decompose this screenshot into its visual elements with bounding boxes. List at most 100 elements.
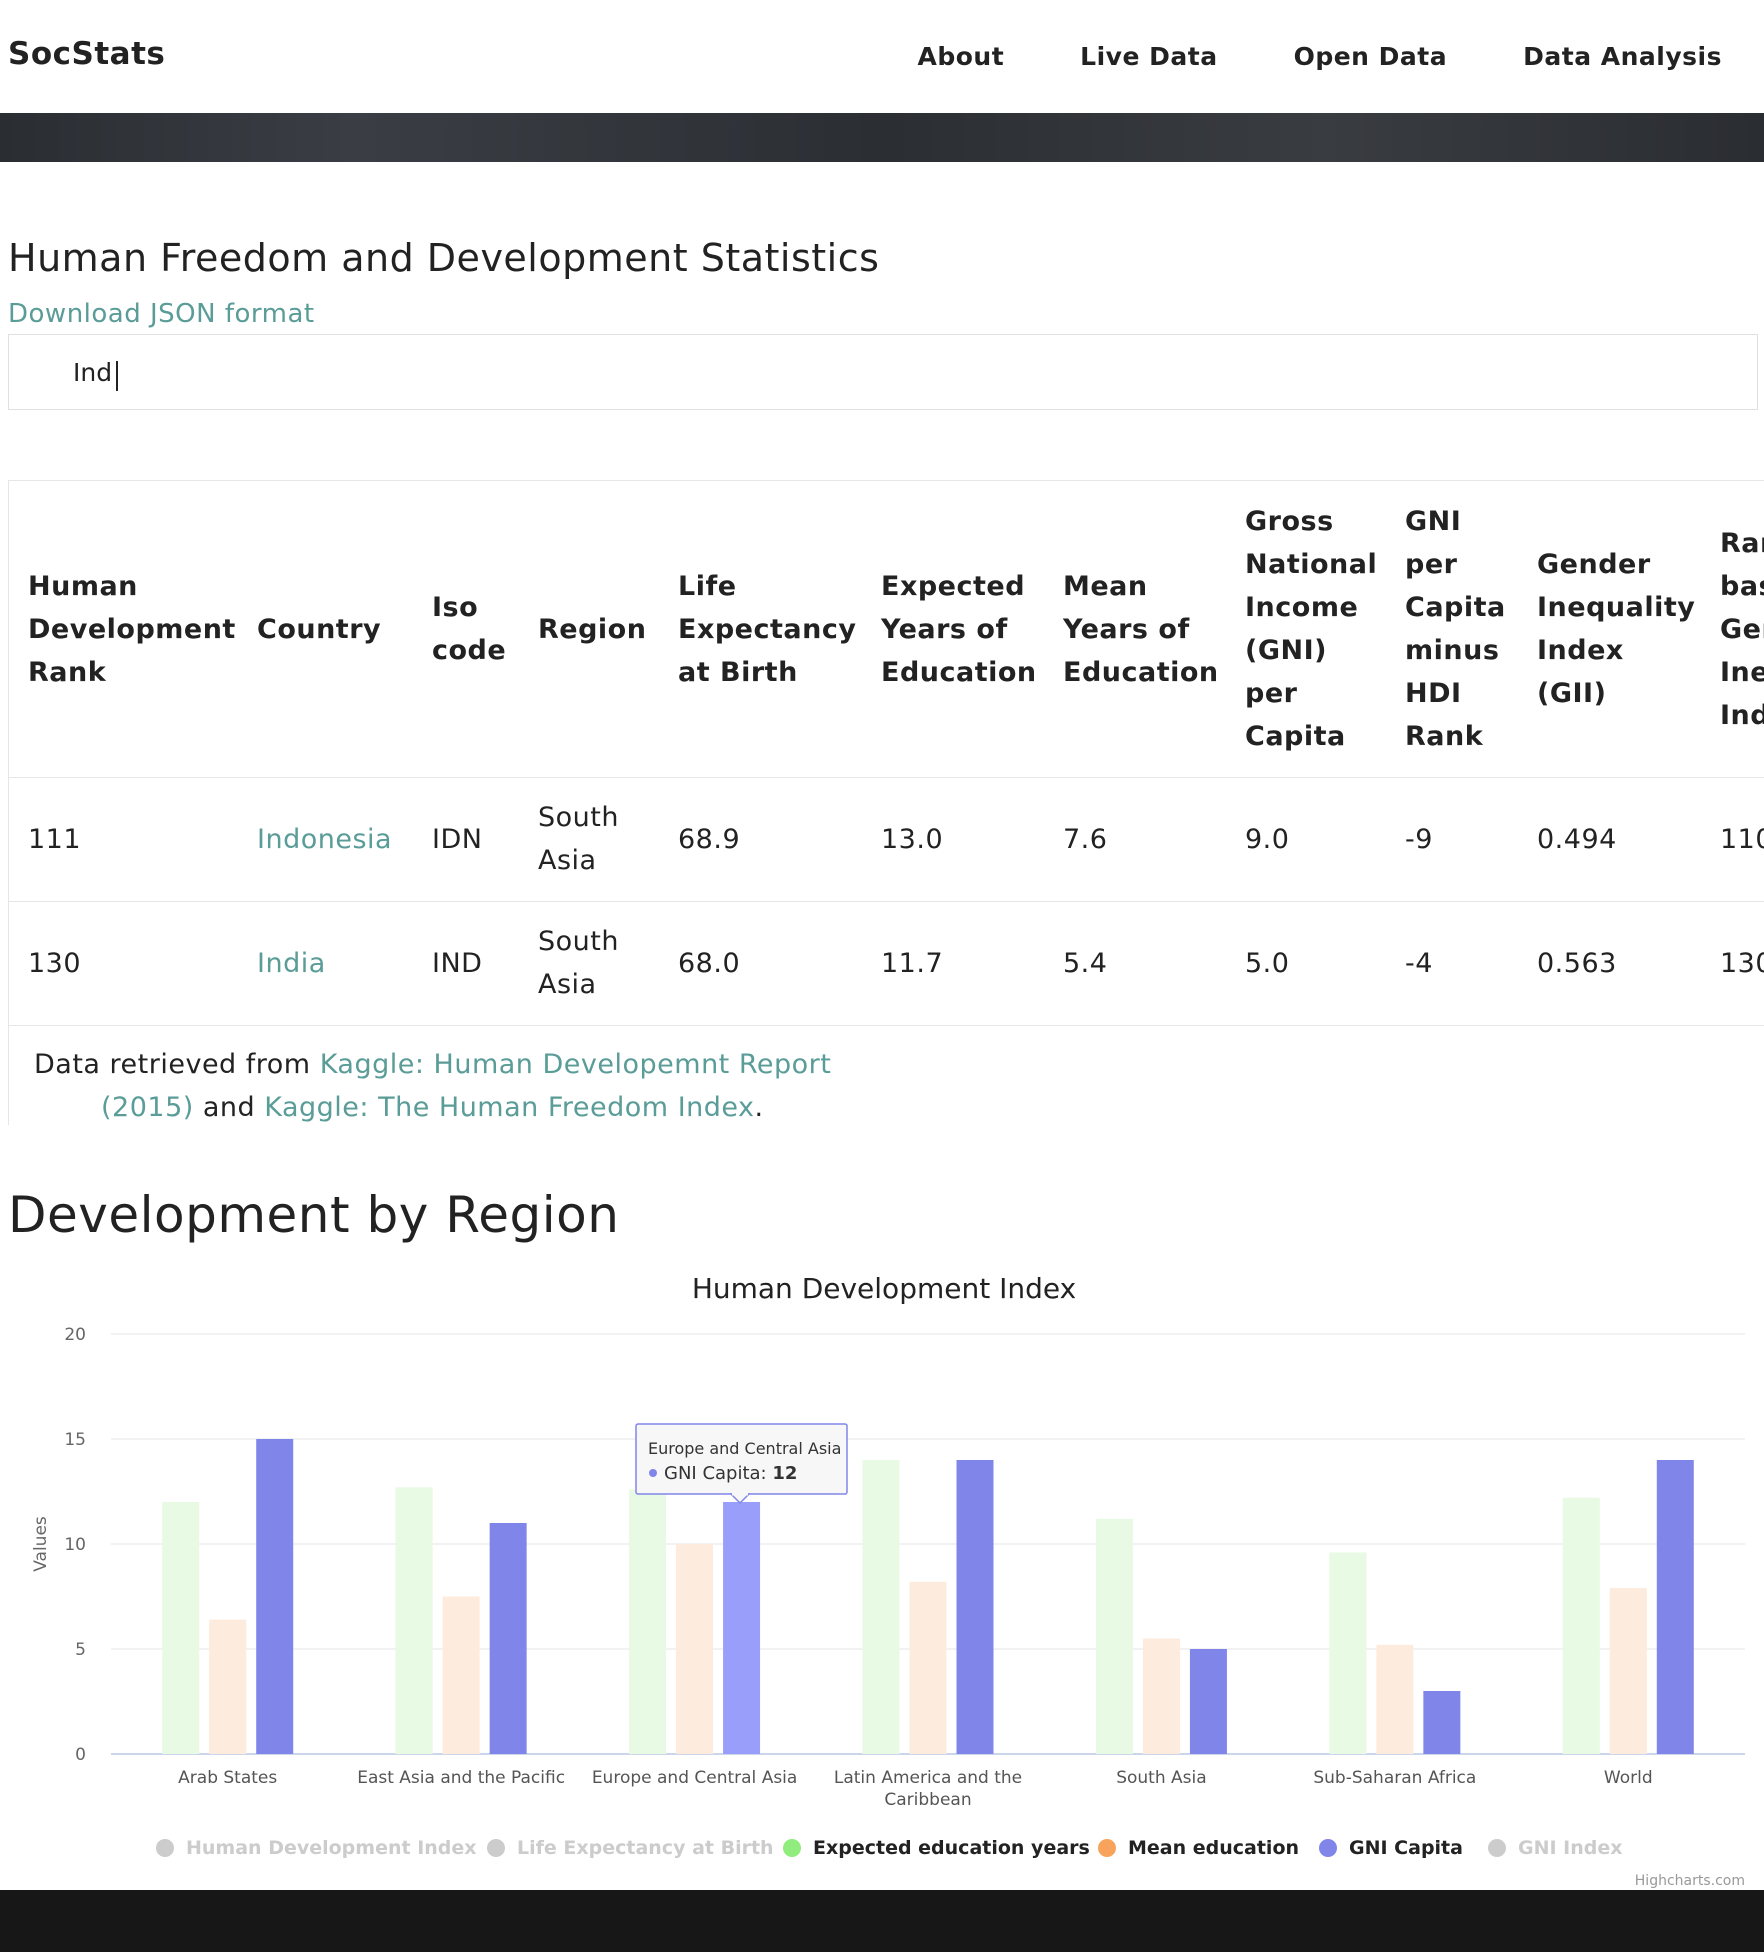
- column-header-line: per: [1405, 549, 1458, 580]
- bar-expected-education-years: [862, 1460, 900, 1754]
- column-header-line: code: [432, 635, 507, 666]
- download-json-link[interactable]: Download JSON format: [8, 299, 315, 329]
- x-category-label: East Asia and the Pacific: [357, 1768, 565, 1788]
- column-header-line: Education: [1063, 656, 1219, 688]
- column-header-line: GNI: [1405, 506, 1462, 537]
- country-link[interactable]: India: [257, 942, 326, 985]
- bar-expected-education-years: [1562, 1497, 1600, 1754]
- column-header-line: Country: [257, 613, 382, 645]
- x-category-label: Europe and Central Asia: [592, 1768, 798, 1788]
- column-header-line: Education: [881, 656, 1037, 688]
- kaggle-hdr-link[interactable]: Kaggle: Human Developemnt Report: [320, 1049, 832, 1080]
- legend-marker-icon: [1098, 1839, 1116, 1857]
- column-header-gii[interactable]: Gender Inequality Index (GII): [1537, 543, 1695, 715]
- source-middle: and: [193, 1092, 265, 1123]
- tooltip-category: Europe and Central Asia: [648, 1439, 841, 1458]
- nav-link-open-data[interactable]: Open Data: [1294, 42, 1448, 71]
- nav-link-about[interactable]: About: [918, 42, 1005, 71]
- legend-marker-icon: [156, 1839, 174, 1857]
- column-header-expected-years[interactable]: Expected Years of Education: [881, 565, 1037, 694]
- bar-mean-education: [676, 1544, 714, 1754]
- top-navbar: SocStats About Live Data Open Data Data …: [0, 0, 1764, 113]
- column-header-line: National: [1245, 549, 1378, 580]
- x-category-label: Latin America and the: [834, 1768, 1022, 1788]
- column-header-line: Gender: [1537, 549, 1651, 580]
- y-tick-label: 5: [75, 1640, 86, 1660]
- bar-expected-education-years: [629, 1489, 667, 1754]
- legend-item[interactable]: GNI Capita: [1349, 1837, 1463, 1859]
- column-header-hdi-rank[interactable]: Human Development Rank: [28, 565, 236, 694]
- x-category-label: Sub-Saharan Africa: [1313, 1768, 1476, 1788]
- kaggle-hdr-link-year[interactable]: (2015): [101, 1092, 194, 1123]
- y-tick-label: 10: [64, 1535, 86, 1555]
- kaggle-hfi-link[interactable]: Kaggle: The Human Freedom Index: [264, 1092, 754, 1123]
- column-header-line: at Birth: [678, 656, 798, 688]
- bar-expected-education-years: [1095, 1518, 1133, 1754]
- table-cell-life-expectancy: 68.9: [678, 824, 741, 855]
- region-bar-chart: Human Development Index Values 0 5 10 15 20 Ara…: [31, 1272, 1745, 1889]
- column-header-line: Mean: [1063, 570, 1148, 602]
- bar-gni-capita: [256, 1439, 294, 1754]
- country-link[interactable]: Indonesia: [257, 818, 392, 861]
- table-cell-hdi-rank: 130: [28, 948, 82, 979]
- chart-title: Human Development Index: [692, 1272, 1076, 1305]
- column-header-line: Life: [678, 570, 737, 602]
- column-header-iso-code[interactable]: Iso code: [432, 586, 506, 672]
- stats-table: Human Development Rank Country Iso code Region…: [8, 480, 1764, 1125]
- column-header-rank-gender[interactable]: Ran bas Gen Ine Ind: [1720, 522, 1764, 737]
- column-header-line: Rank: [28, 656, 107, 688]
- bar-gni-capita: [1423, 1691, 1461, 1754]
- row-divider: [9, 901, 1764, 902]
- column-header-line: Ran: [1720, 527, 1764, 559]
- legend-item[interactable]: Human Development Index: [186, 1837, 477, 1859]
- column-header-line: Years of: [881, 613, 1008, 645]
- column-header-region[interactable]: Region: [538, 608, 646, 651]
- column-header-line: Years of: [1063, 613, 1190, 645]
- y-tick-label: 0: [75, 1745, 86, 1765]
- nav-link-data-analysis[interactable]: Data Analysis: [1523, 42, 1722, 71]
- x-category-label: World: [1604, 1768, 1653, 1788]
- row-divider: [9, 1025, 1764, 1026]
- table-cell-gii: 0.563: [1537, 948, 1617, 979]
- column-header-line: Gen: [1720, 613, 1764, 645]
- x-category-label: Caribbean: [884, 1790, 971, 1810]
- highcharts-credits-link: Highcharts.com: [1635, 1873, 1745, 1889]
- x-category-label: South Asia: [1116, 1768, 1206, 1788]
- column-header-gni-per-capita[interactable]: Gross National Income (GNI) per Capita: [1245, 500, 1377, 758]
- table-cell-expected-years: 11.7: [881, 948, 944, 979]
- bar-mean-education: [1142, 1638, 1180, 1754]
- column-header-line: Iso: [432, 592, 479, 623]
- x-category-label: Arab States: [178, 1768, 277, 1788]
- table-cell-gii: 0.494: [1537, 824, 1617, 855]
- brand-logo[interactable]: SocStats: [8, 36, 165, 72]
- table-cell-iso-code: IND: [432, 948, 483, 979]
- legend-item[interactable]: Mean education: [1128, 1837, 1299, 1859]
- nav-links: About Live Data Open Data Data Analysis: [918, 0, 1764, 113]
- bar-expected-education-years: [162, 1502, 200, 1754]
- column-header-life-expectancy[interactable]: Life Expectancy at Birth: [678, 565, 856, 694]
- legend-item[interactable]: Life Expectancy at Birth: [517, 1837, 774, 1859]
- legend-item[interactable]: Expected education years: [813, 1837, 1090, 1859]
- bar-expected-education-years: [395, 1487, 433, 1754]
- column-header-line: (GII): [1537, 678, 1607, 709]
- table-cell-gni-per-capita: 9.0: [1245, 824, 1290, 855]
- bar-gni-capita: [723, 1502, 761, 1754]
- table-cell-region: South Asia: [538, 802, 619, 876]
- legend-item[interactable]: GNI Index: [1518, 1837, 1623, 1859]
- legend-marker-icon: [783, 1839, 801, 1857]
- table-cell-mean-years: 5.4: [1063, 948, 1108, 979]
- bar-gni-capita: [1656, 1460, 1694, 1754]
- column-header-line: minus: [1405, 635, 1500, 666]
- column-header-gni-minus-hdi[interactable]: GNI per Capita minus HDI Rank: [1405, 500, 1506, 758]
- column-header-line: Development: [28, 613, 236, 645]
- search-input[interactable]: [71, 357, 675, 388]
- bar-mean-education: [442, 1596, 480, 1754]
- table-cell-gni-minus-hdi: -9: [1405, 824, 1433, 855]
- column-header-country[interactable]: Country: [257, 608, 381, 651]
- table-cell-rank-gender: 110: [1720, 824, 1764, 855]
- nav-link-live-data[interactable]: Live Data: [1080, 42, 1217, 71]
- column-header-line: Capita: [1405, 592, 1506, 623]
- search-box: [8, 334, 1758, 410]
- bar-mean-education: [1609, 1588, 1647, 1754]
- column-header-mean-years[interactable]: Mean Years of Education: [1063, 565, 1219, 694]
